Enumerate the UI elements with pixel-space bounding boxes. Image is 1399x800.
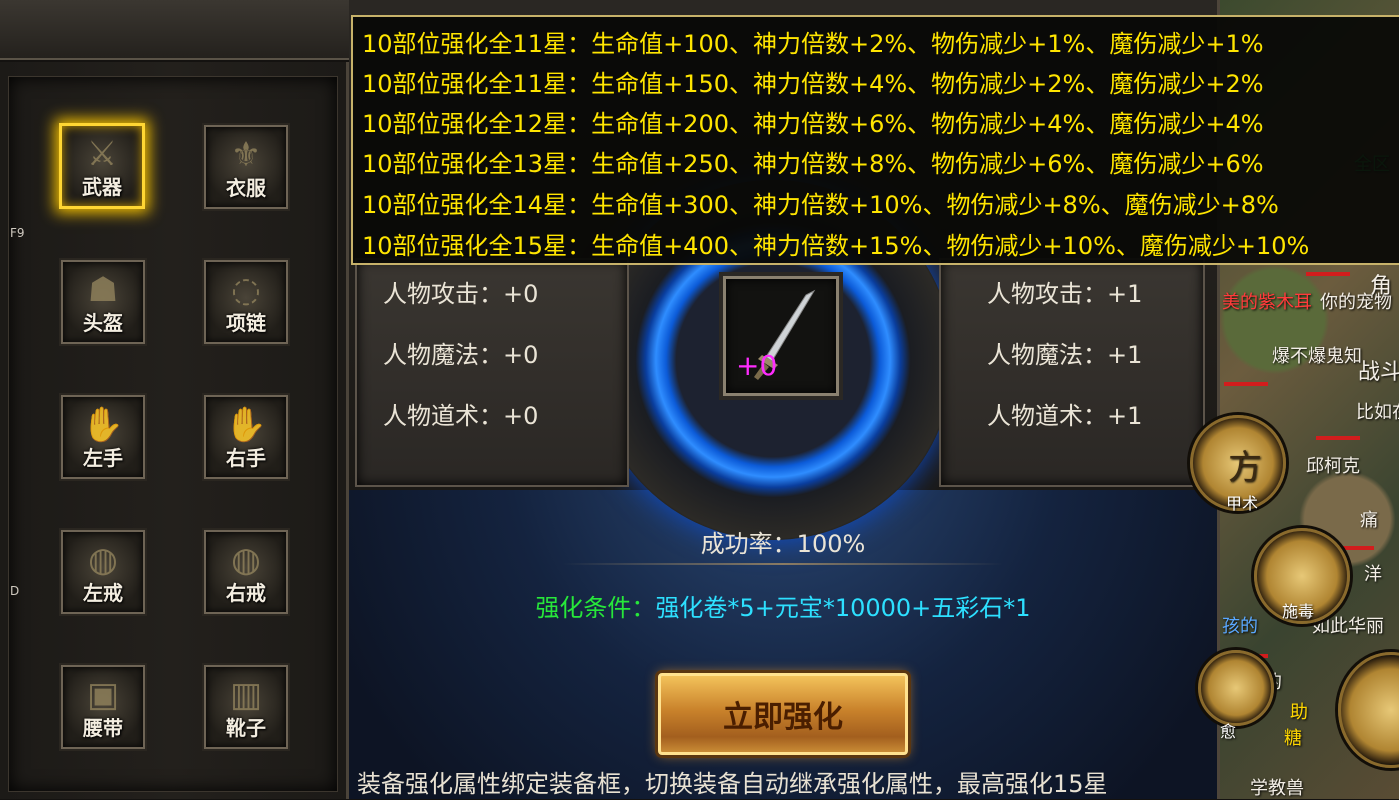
hotkey-d-label: D xyxy=(10,584,20,598)
world-chat-text: 爆不爆鬼知 xyxy=(1272,346,1362,367)
next-stat-magic: 人物魔法：+1 xyxy=(987,341,1143,369)
equip-slot-armor[interactable]: ⚜ 衣服 xyxy=(204,125,288,209)
bracer-icon: ✋ xyxy=(224,405,268,445)
bracer-icon: ✋ xyxy=(81,405,125,445)
tooltip-line: 10部位强化全13星：生命值+250、神力倍数+8%、物伤减少+6%、魔伤减少+… xyxy=(362,150,1264,178)
necklace-icon: ◌ xyxy=(231,270,261,310)
tooltip-line: 10部位强化全11星：生命值+100、神力倍数+2%、物伤减少+1%、魔伤减少+… xyxy=(362,30,1264,58)
weapon-icon: ⚔ xyxy=(86,134,118,174)
world-chat-text: 战斗 xyxy=(1358,360,1399,385)
enhance-bonus-tooltip: 10部位强化全11星：生命值+100、神力倍数+2%、物伤减少+1%、魔伤减少+… xyxy=(351,15,1399,265)
ring-icon: ◍ xyxy=(231,540,261,580)
world-chat-text: 洋 xyxy=(1364,564,1382,585)
equip-slot-belt[interactable]: ▣ 腰带 xyxy=(61,665,145,749)
equip-slot-boots[interactable]: ▥ 靴子 xyxy=(204,665,288,749)
footer-note: 装备强化属性绑定装备框，切换装备自动继承强化属性，最高强化15星 xyxy=(357,770,1108,798)
world-chat-text: 助 xyxy=(1290,702,1308,723)
equip-slot-label: 左戒 xyxy=(83,581,123,605)
item-level-label: +0 xyxy=(736,349,778,382)
equip-slot-weapon[interactable]: ⚔ 武器 xyxy=(59,123,145,209)
equip-slot-right-hand[interactable]: ✋ 右手 xyxy=(204,395,288,479)
equip-slot-right-ring[interactable]: ◍ 右戒 xyxy=(204,530,288,614)
world-chat-text: 比如在 xyxy=(1356,402,1399,423)
hp-bar xyxy=(1316,436,1360,440)
equip-slot-label: 右手 xyxy=(226,446,266,470)
skill-orb-label: 愈 xyxy=(1220,722,1237,741)
equip-slot-label: 腰带 xyxy=(83,716,123,740)
divider xyxy=(563,563,1003,565)
skill-orb-heal[interactable] xyxy=(1198,650,1274,726)
condition-value: 强化卷*5+元宝*10000+五彩石*1 xyxy=(655,594,1031,622)
enhance-condition: 强化条件：强化卷*5+元宝*10000+五彩石*1 xyxy=(349,588,1217,623)
world-chat-text: 学教兽 xyxy=(1250,778,1304,799)
next-stats-box: 人物攻击：+1 人物魔法：+1 人物道术：+1 xyxy=(939,258,1205,487)
equipment-panel-frame xyxy=(8,76,338,792)
tooltip-line: 10部位强化全14星：生命值+300、神力倍数+10%、物伤减少+8%、魔伤减少… xyxy=(362,191,1279,219)
armor-icon: ⚜ xyxy=(230,135,262,175)
current-stats-box: 人物攻击：+0 人物魔法：+0 人物道术：+0 xyxy=(355,258,629,487)
item-slot[interactable]: +0 xyxy=(723,276,839,396)
next-stat-attack: 人物攻击：+1 xyxy=(987,280,1143,308)
equip-slot-label: 靴子 xyxy=(226,716,266,740)
equip-slot-label: 头盔 xyxy=(83,311,123,335)
current-stat-taoism: 人物道术：+0 xyxy=(383,402,539,430)
equip-slot-label: 左手 xyxy=(83,446,123,470)
skill-orb-glyph: 方 xyxy=(1228,448,1262,488)
hp-bar xyxy=(1306,272,1350,276)
enhance-now-button[interactable]: 立即强化 xyxy=(658,673,908,755)
equip-slot-label: 右戒 xyxy=(226,581,266,605)
equip-slot-label: 项链 xyxy=(226,311,266,335)
world-chat-text: 孩的 xyxy=(1222,616,1258,637)
current-stat-magic: 人物魔法：+0 xyxy=(383,341,539,369)
world-chat-text: 糖 xyxy=(1284,728,1302,749)
world-chat-text: 角 xyxy=(1370,274,1393,299)
equip-slot-left-hand[interactable]: ✋ 左手 xyxy=(61,395,145,479)
success-rate-text: 成功率：100% xyxy=(700,530,866,558)
equip-slot-necklace[interactable]: ◌ 项链 xyxy=(204,260,288,344)
boots-icon: ▥ xyxy=(229,675,263,715)
hp-bar xyxy=(1224,382,1268,386)
current-stat-attack: 人物攻击：+0 xyxy=(383,280,539,308)
equipment-panel xyxy=(0,62,349,799)
equip-slot-label: 衣服 xyxy=(226,176,266,200)
tooltip-line: 10部位强化全12星：生命值+200、神力倍数+6%、物伤减少+4%、魔伤减少+… xyxy=(362,110,1264,138)
skill-orb-attack[interactable] xyxy=(1338,652,1399,768)
condition-label: 强化条件： xyxy=(535,594,656,622)
tooltip-line: 10部位强化全11星：生命值+150、神力倍数+4%、物伤减少+2%、魔伤减少+… xyxy=(362,70,1264,98)
hotkey-f9-label: F9 xyxy=(10,226,25,240)
equip-slot-helmet[interactable]: ☗ 头盔 xyxy=(61,260,145,344)
ring-icon: ◍ xyxy=(88,540,118,580)
world-chat-text: 痛 xyxy=(1360,510,1378,531)
equip-slot-left-ring[interactable]: ◍ 左戒 xyxy=(61,530,145,614)
belt-icon: ▣ xyxy=(86,675,120,715)
next-stat-taoism: 人物道术：+1 xyxy=(987,402,1143,430)
skill-orb-label: 施毒 xyxy=(1282,602,1315,621)
window-top-strip xyxy=(0,0,352,60)
helmet-icon: ☗ xyxy=(87,270,119,310)
player-name: 美的紫木耳 xyxy=(1222,292,1312,313)
world-chat-text: 邱柯克 xyxy=(1306,456,1360,477)
equip-slot-label: 武器 xyxy=(82,175,122,199)
tooltip-line: 10部位强化全15星：生命值+400、神力倍数+15%、物伤减少+10%、魔伤减… xyxy=(362,232,1310,260)
skill-orb-label: 甲术 xyxy=(1226,494,1259,513)
